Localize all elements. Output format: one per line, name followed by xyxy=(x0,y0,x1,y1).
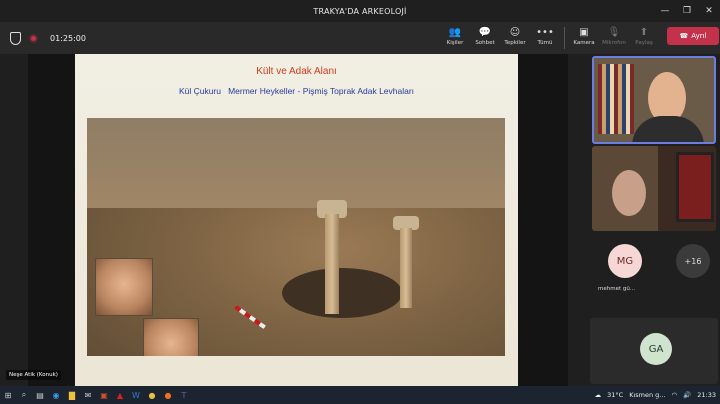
volume-icon[interactable]: 🔊 xyxy=(683,391,691,399)
excavation-ground xyxy=(87,118,505,208)
leave-button[interactable]: ☎ Ayrıl xyxy=(667,27,719,45)
video-tile-ga[interactable]: GA xyxy=(590,318,718,384)
participant-face-2 xyxy=(612,170,646,216)
marble-column-2 xyxy=(400,228,412,308)
mic-button[interactable]: 🎙 Mikrofon xyxy=(599,27,629,46)
camera-button[interactable]: ▣ Kamera xyxy=(569,27,599,46)
title-bar: TRAKYA'DA ARKEOLOJİ — ❐ ✕ xyxy=(0,0,720,22)
task-view-icon[interactable]: ▤ xyxy=(32,386,48,404)
close-icon[interactable]: ✕ xyxy=(698,0,720,22)
clock[interactable]: 21:33 xyxy=(697,391,716,399)
participant-body xyxy=(632,116,704,142)
slide-subtitle: Kül Çukuru Mermer Heykeller - Pişmiş Top… xyxy=(178,86,415,96)
terracotta-head-1 xyxy=(95,258,153,316)
edge-icon[interactable]: ◉ xyxy=(48,386,64,404)
wifi-icon[interactable]: ◠ xyxy=(672,391,678,399)
window-title: TRAKYA'DA ARKEOLOJİ xyxy=(313,6,407,16)
people-icon: 👥 xyxy=(448,27,462,38)
marble-column-1 xyxy=(325,214,339,314)
slide-title: Kült ve Adak Alanı xyxy=(256,66,337,77)
video-tile-speaker[interactable] xyxy=(592,56,716,144)
restore-icon[interactable]: ❐ xyxy=(676,0,698,22)
presentation-slide: Kült ve Adak Alanı Kül Çukuru Mermer Hey… xyxy=(75,54,518,386)
wall-painting xyxy=(676,152,714,222)
participants-panel: MG +16 mehmet gü... GA xyxy=(588,54,720,386)
recording-icon xyxy=(29,33,38,43)
weather-temp[interactable]: 31°C xyxy=(607,391,623,399)
people-button[interactable]: 👥 Kişiler xyxy=(440,27,470,46)
weather-text[interactable]: Kısmen g... xyxy=(629,391,665,399)
more-button[interactable]: ••• Tümü xyxy=(530,27,560,46)
video-tile-participant[interactable] xyxy=(592,146,716,231)
minimize-icon[interactable]: — xyxy=(654,0,676,22)
system-tray: ☁ 31°C Kısmen g... ◠ 🔊 21:33 xyxy=(595,386,716,404)
camera-icon: ▣ xyxy=(579,27,589,38)
meeting-toolbar: 01:25:00 👥 Kişiler 💬 Sohbet ☺ Tepkiler ••• T… xyxy=(0,22,720,54)
chat-button[interactable]: 💬 Sohbet xyxy=(470,27,500,46)
reactions-button[interactable]: ☺ Tepkiler xyxy=(500,27,530,46)
terracotta-head-2 xyxy=(143,318,199,356)
chrome-icon[interactable]: ● xyxy=(144,386,160,404)
teams-icon[interactable]: T xyxy=(176,386,192,404)
participant-avatars: MG +16 mehmet gü... xyxy=(596,244,716,294)
mic-icon: 🎙 xyxy=(607,27,621,38)
firefox-icon[interactable]: ● xyxy=(160,386,176,404)
participant-name: mehmet gü... xyxy=(598,286,636,292)
shield-icon xyxy=(10,31,21,45)
reactions-icon: ☺ xyxy=(509,27,521,38)
more-participants-button[interactable]: +16 xyxy=(676,244,710,278)
share-button[interactable]: ⬆ Paylaş xyxy=(629,27,659,46)
presenter-name-tag: Neşe Atik (Konuk) xyxy=(6,370,61,380)
chat-icon: 💬 xyxy=(478,27,492,38)
avatar-ga: GA xyxy=(640,333,672,365)
scale-bar xyxy=(234,305,266,329)
ash-pit xyxy=(282,268,402,318)
more-icon: ••• xyxy=(536,27,554,38)
meeting-timer: 01:25:00 xyxy=(50,33,86,43)
share-icon: ⬆ xyxy=(639,27,649,38)
weather-icon: ☁ xyxy=(594,391,602,399)
mail-icon[interactable]: ✉ xyxy=(80,386,96,404)
avatar-mg[interactable]: MG xyxy=(608,244,642,278)
windows-start-icon[interactable]: ⊞ xyxy=(0,386,16,404)
window-controls: — ❐ ✕ xyxy=(654,0,720,22)
phone-icon: ☎ xyxy=(679,32,689,40)
acrobat-icon[interactable]: ▲ xyxy=(112,386,128,404)
folder-icon[interactable]: ▇ xyxy=(64,386,80,404)
bookshelf xyxy=(598,64,634,134)
search-icon[interactable]: ⌕ xyxy=(16,386,32,404)
word-icon[interactable]: W xyxy=(128,386,144,404)
toolbar-divider xyxy=(564,27,565,49)
powerpoint-icon[interactable]: ▣ xyxy=(96,386,112,404)
windows-taskbar: ⊞ ⌕ ▤ ◉ ▇ ✉ ▣ ▲ W ● ● T ☁ 31°C Kısmen g.… xyxy=(0,386,720,404)
excavation-photo xyxy=(87,118,505,356)
